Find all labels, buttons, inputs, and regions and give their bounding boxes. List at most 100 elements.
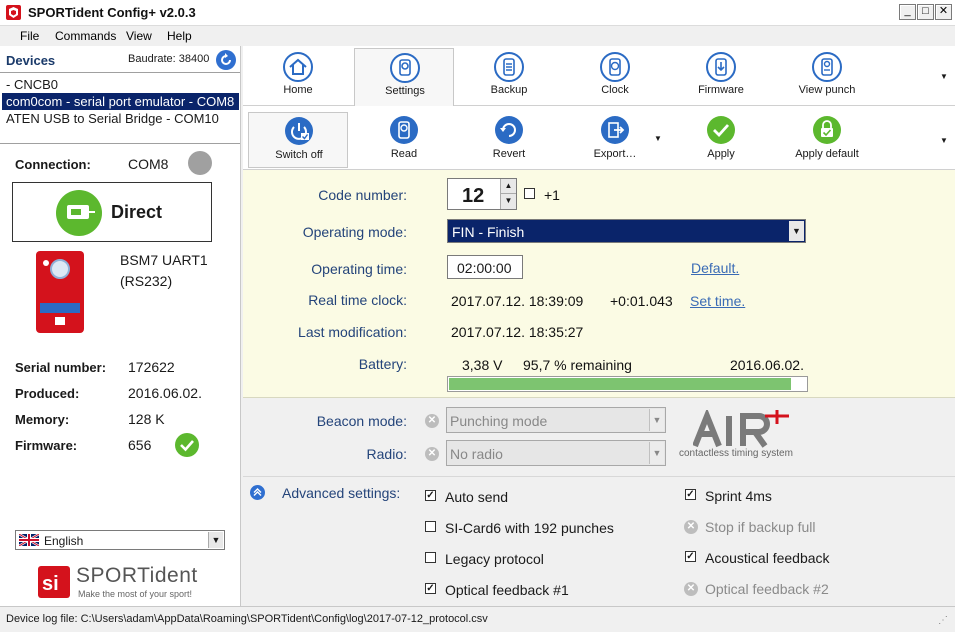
settings-label: Settings xyxy=(385,85,425,97)
apply-label: Apply xyxy=(707,148,735,160)
battery-remaining: 95,7 % remaining xyxy=(523,357,632,373)
export-dropdown-icon[interactable]: ▼ xyxy=(654,134,662,143)
firmware-icon xyxy=(706,52,736,82)
menu-view[interactable]: View xyxy=(126,29,152,43)
device-item[interactable]: ATEN USB to Serial Bridge - COM10 xyxy=(2,110,239,127)
menu-file[interactable]: File xyxy=(20,29,39,43)
device-panel: Devices Baudrate: 38400 - CNCB0 com0com … xyxy=(0,46,241,606)
disabled-x-icon: ✕ xyxy=(684,582,698,596)
chevron-down-icon[interactable]: ▼ xyxy=(789,221,804,241)
battery-progress-bar xyxy=(447,376,808,392)
auto-send-checkbox[interactable]: ✓ xyxy=(425,490,436,501)
revert-icon xyxy=(495,116,523,144)
toolbar-overflow-icon[interactable]: ▼ xyxy=(940,72,948,81)
si-card6-checkbox[interactable] xyxy=(425,521,436,532)
sprint-4ms-checkbox[interactable]: ✓ xyxy=(685,489,696,500)
connection-mode: Direct xyxy=(111,202,163,222)
stop-if-backup-full-label: Stop if backup full xyxy=(705,519,816,535)
real-time-clock-value: 2017.07.12. 18:39:09 xyxy=(451,293,584,309)
menu-help[interactable]: Help xyxy=(167,29,192,43)
toolbar-overflow-icon[interactable]: ▼ xyxy=(940,136,948,145)
memory-label: Memory: xyxy=(15,412,70,427)
sprint-4ms-label: Sprint 4ms xyxy=(705,488,772,504)
settings-tab[interactable]: Settings xyxy=(354,48,454,106)
last-modification-value: 2017.07.12. 18:35:27 xyxy=(451,324,584,340)
set-time-link[interactable]: Set time. xyxy=(690,293,745,309)
home-button[interactable]: Home xyxy=(248,46,348,104)
logo-tagline: Make the most of your sport! xyxy=(78,589,193,599)
resize-grip-icon[interactable]: ⋰ xyxy=(938,615,948,626)
uk-flag-icon xyxy=(19,534,39,546)
connection-value: COM8 xyxy=(128,156,169,172)
home-label: Home xyxy=(283,84,313,96)
device-model-interface: (RS232) xyxy=(120,273,173,289)
collapse-icon[interactable] xyxy=(250,485,265,500)
close-button[interactable]: ✕ xyxy=(935,4,952,20)
backup-button[interactable]: Backup xyxy=(459,46,559,104)
refresh-icon[interactable] xyxy=(216,50,236,70)
language-select[interactable]: English ▼ xyxy=(15,530,225,550)
firmware-value: 656 xyxy=(128,437,152,453)
operating-time-input[interactable]: 02:00:00 xyxy=(447,255,523,279)
serial-value: 172622 xyxy=(128,359,175,375)
acoustical-feedback-checkbox[interactable]: ✓ xyxy=(685,551,696,562)
firmware-label: Firmware: xyxy=(15,438,78,453)
beacon-mode-value: Punching mode xyxy=(450,413,548,429)
radio-label: Radio: xyxy=(366,446,407,462)
radio-select[interactable]: No radio ▼ xyxy=(446,440,666,466)
sportident-logo-icon: si xyxy=(38,566,70,598)
serial-label: Serial number: xyxy=(15,360,107,375)
operating-mode-label: Operating mode: xyxy=(302,224,407,240)
auto-send-label: Auto send xyxy=(445,489,509,505)
connection-mode-box: Direct xyxy=(12,182,212,242)
plus1-checkbox[interactable] xyxy=(524,188,535,199)
beacon-mode-select[interactable]: Punching mode ▼ xyxy=(446,407,666,433)
spinner-down-icon[interactable]: ▼ xyxy=(500,194,516,209)
app-icon xyxy=(6,5,21,20)
chevron-down-icon[interactable]: ▼ xyxy=(649,409,664,431)
minimize-button[interactable]: _ xyxy=(899,4,916,20)
code-number-spinner[interactable]: 12 ▲ ▼ xyxy=(447,178,517,210)
produced-label: Produced: xyxy=(15,386,80,401)
device-item[interactable]: - CNCB0 xyxy=(2,76,239,93)
optical-feedback-2-label: Optical feedback #2 xyxy=(705,581,829,597)
apply-button[interactable]: Apply xyxy=(671,112,771,170)
legacy-protocol-label: Legacy protocol xyxy=(445,551,544,567)
read-button[interactable]: Read xyxy=(354,112,454,170)
clock-button[interactable]: Clock xyxy=(565,46,665,104)
export-button[interactable]: Export… xyxy=(565,112,665,170)
optical-feedback-1-checkbox[interactable]: ✓ xyxy=(425,583,436,594)
clock-icon xyxy=(600,52,630,82)
menu-commands[interactable]: Commands xyxy=(55,29,116,43)
settings-form: Code number: 12 ▲ ▼ +1 Operating mode: F… xyxy=(243,170,955,398)
default-time-link[interactable]: Default. xyxy=(691,260,739,276)
read-label: Read xyxy=(390,148,418,160)
revert-button[interactable]: Revert xyxy=(459,112,559,170)
legacy-protocol-checkbox[interactable] xyxy=(425,552,436,563)
view-punch-icon xyxy=(812,52,842,82)
firmware-button[interactable]: Firmware xyxy=(671,46,771,104)
baudrate-label: Baudrate: 38400 xyxy=(128,53,210,65)
firmware-label: Firmware xyxy=(698,84,744,96)
operating-time-value: 02:00:00 xyxy=(457,260,512,276)
devices-header: Devices xyxy=(6,53,56,68)
plus1-label: +1 xyxy=(544,187,560,203)
export-label: Export… xyxy=(593,148,637,160)
operating-mode-select[interactable]: FIN - Finish ▼ xyxy=(447,219,806,243)
maximize-button[interactable]: □ xyxy=(917,4,934,20)
connection-label: Connection: xyxy=(15,157,91,172)
chevron-down-icon[interactable]: ▼ xyxy=(208,532,223,548)
device-item-selected[interactable]: com0com - serial port emulator - COM8 xyxy=(2,93,239,110)
last-modification-label: Last modification: xyxy=(298,324,407,340)
chevron-down-icon[interactable]: ▼ xyxy=(649,442,664,464)
read-icon xyxy=(390,116,418,144)
divider xyxy=(243,476,955,477)
air-tagline: contactless timing system xyxy=(679,448,793,459)
divider xyxy=(0,72,240,73)
switch-off-button[interactable]: Switch off xyxy=(248,112,348,168)
view-punch-button[interactable]: View punch xyxy=(777,46,877,104)
code-number-label: Code number: xyxy=(318,187,407,203)
apply-default-button[interactable]: Apply default xyxy=(777,112,877,170)
view-punch-label: View punch xyxy=(798,84,856,96)
spinner-up-icon[interactable]: ▲ xyxy=(500,179,516,194)
